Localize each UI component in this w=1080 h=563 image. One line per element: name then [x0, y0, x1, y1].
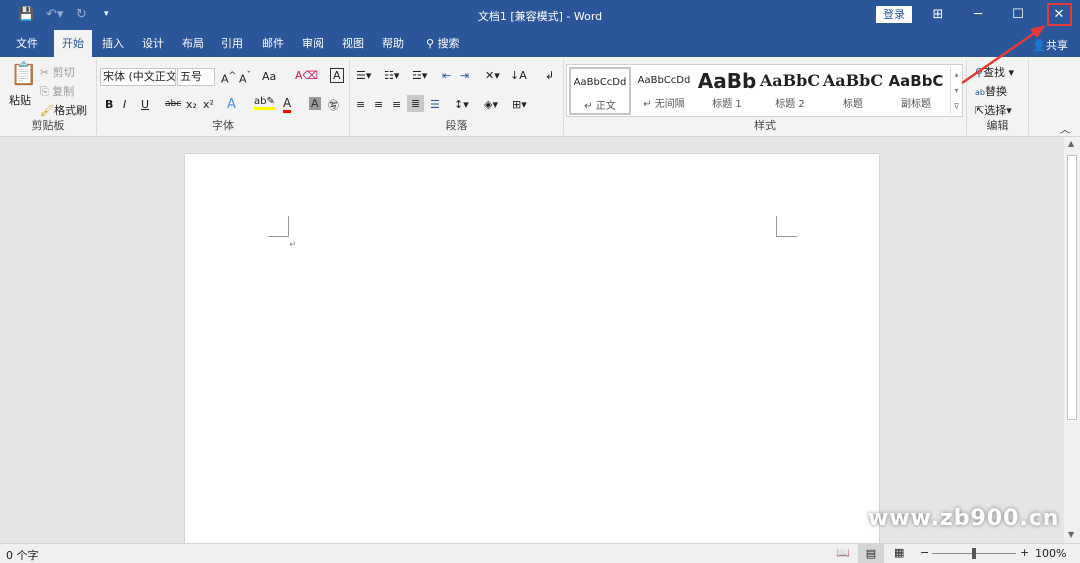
- zoom-slider-thumb[interactable]: [972, 548, 976, 559]
- read-mode-icon[interactable]: 📖: [836, 546, 850, 559]
- word-count[interactable]: 0 个字: [6, 547, 39, 563]
- watermark: www.zb900.cn: [868, 506, 1060, 531]
- zoom-out-icon[interactable]: −: [920, 546, 929, 559]
- zoom-in-icon[interactable]: +: [1020, 546, 1029, 559]
- web-layout-icon[interactable]: ▦: [894, 546, 904, 559]
- status-bar: 0 个字 📖 ▤ ▦ − + 100%: [0, 543, 1080, 563]
- print-layout-icon[interactable]: ▤: [858, 544, 884, 563]
- zoom-level[interactable]: 100%: [1035, 547, 1066, 560]
- annotation-arrow: [961, 25, 1046, 85]
- zoom-slider[interactable]: [932, 548, 1016, 559]
